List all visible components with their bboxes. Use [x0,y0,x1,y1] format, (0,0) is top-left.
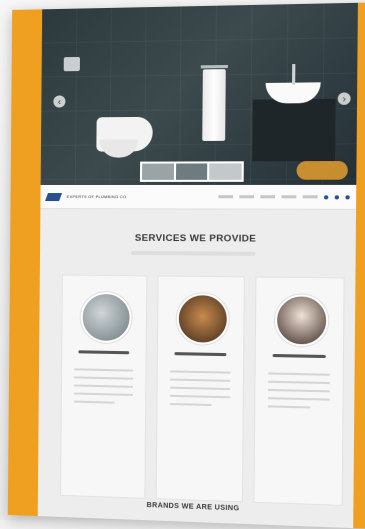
twitter-icon[interactable] [334,194,340,199]
card-text-line [169,402,212,407]
vanity-cabinet-image [252,98,336,162]
card-text-line [73,392,133,396]
technician-photo [176,293,230,345]
services-cards [59,274,345,506]
instagram-icon[interactable] [345,194,350,199]
card-text-line [170,370,231,374]
nav-link[interactable] [260,194,276,198]
slider-thumbnails [139,161,244,182]
services-subtitle-placeholder [131,250,256,256]
brand-name[interactable]: EXPERTS OF PLUMBING CO. [67,194,128,199]
nav-links [218,194,350,199]
card-text-line [169,394,231,399]
nav-link[interactable] [302,194,318,198]
facebook-icon[interactable] [323,194,329,199]
hero-slider[interactable]: ‹ › [40,2,358,185]
frame-left-edge [7,9,43,517]
card-text-line [169,386,231,391]
card-text-line [268,397,330,401]
card-text-line [267,405,311,409]
flush-plate-image [63,56,80,72]
card-title-placeholder [78,350,130,355]
faucet-image [291,64,296,85]
plumbing-photo [80,291,132,344]
card-title-placeholder [272,353,326,359]
slider-thumb[interactable] [209,163,242,180]
nav-link[interactable] [281,194,297,198]
towel-image [202,69,226,141]
card-text-line [74,384,134,388]
promo-badge[interactable] [296,160,348,180]
services-section: SERVICES WE PROVIDE BRANDS WE ARE USING [38,210,356,523]
service-card[interactable] [59,274,148,499]
nav-link[interactable] [239,194,255,198]
site-navbar: EXPERTS OF PLUMBING CO. [40,184,357,210]
card-text-line [74,376,134,380]
logo-icon[interactable] [45,192,63,201]
slider-thumb[interactable] [142,163,174,180]
support-photo [274,294,329,347]
card-text-line [73,400,115,404]
card-text-line [268,380,330,385]
card-title-placeholder [174,352,227,357]
card-text-line [74,368,134,372]
card-text-line [268,388,330,393]
slider-thumb[interactable] [175,163,208,180]
card-text-line [170,378,231,382]
website-screen: ‹ › EXPERTS OF PLUMBING CO. SERVICES WE … [37,2,358,529]
card-text-line [268,372,330,376]
service-card[interactable] [253,276,345,506]
tablet-frame: ‹ › EXPERTS OF PLUMBING CO. SERVICES WE … [7,2,365,529]
towel-bar-image [200,64,228,69]
service-card[interactable] [155,275,245,503]
services-title: SERVICES WE PROVIDE [134,232,257,245]
nav-link[interactable] [218,194,234,198]
